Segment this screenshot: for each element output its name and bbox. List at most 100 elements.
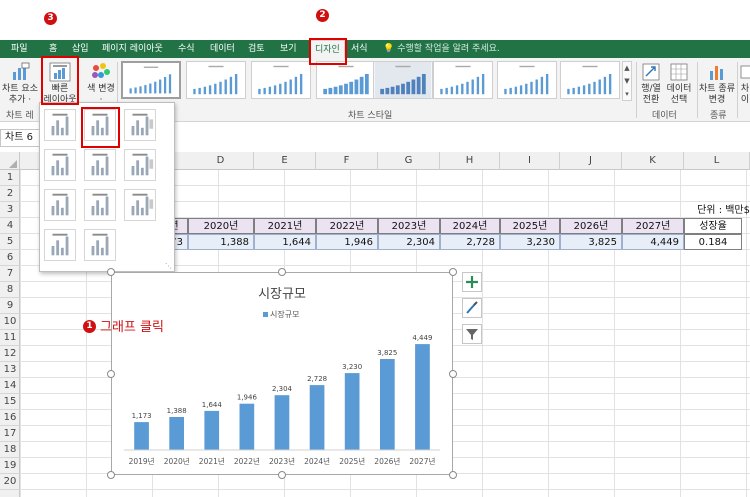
column-header-e[interactable]: E	[254, 152, 316, 170]
bar[interactable]	[204, 410, 220, 450]
row-header[interactable]: 9	[0, 298, 20, 314]
row-header[interactable]: 20	[0, 474, 20, 490]
bar-series[interactable]: 1,173 2019년 1,388 2020년 1,644 2021년 1,946 2022년…	[129, 334, 436, 466]
bar[interactable]	[380, 359, 395, 450]
row-header[interactable]: 16	[0, 410, 20, 426]
chart-filters-button[interactable]	[462, 324, 482, 344]
name-box[interactable]: 차트 6	[0, 129, 40, 147]
chart-style-7[interactable]	[497, 61, 557, 99]
change-colors-button[interactable]: 색 변경 ·	[84, 60, 118, 106]
quick-layout-option-1[interactable]	[44, 109, 76, 141]
data-label[interactable]: 1,946	[237, 394, 258, 402]
select-data-button[interactable]: 데이터 선택	[665, 60, 693, 106]
category-label[interactable]: 2025년	[339, 456, 365, 466]
category-label[interactable]: 2026년	[374, 456, 400, 466]
row-header[interactable]: 1	[0, 170, 20, 186]
bar[interactable]	[274, 395, 290, 450]
select-all-corner[interactable]	[0, 152, 20, 170]
tab-file[interactable]: 파일	[11, 40, 28, 58]
row-header[interactable]: 3	[0, 202, 20, 218]
resize-grip-icon[interactable]: ⋱	[165, 262, 172, 270]
category-label[interactable]: 2020년	[164, 456, 190, 466]
bar[interactable]	[169, 417, 184, 450]
column-header-i[interactable]: I	[500, 152, 560, 170]
chart-style-2[interactable]	[186, 61, 246, 99]
quick-layout-option-6[interactable]	[124, 149, 156, 181]
category-label[interactable]: 2022년	[234, 456, 260, 466]
resize-handle[interactable]	[278, 268, 286, 276]
change-chart-type-button[interactable]: 차트 종류 변경	[699, 60, 735, 106]
row-header[interactable]: 11	[0, 330, 20, 346]
data-label[interactable]: 2,728	[307, 375, 327, 383]
row-header[interactable]: 15	[0, 394, 20, 410]
legend-label[interactable]: 시장규모	[270, 309, 299, 319]
row-header[interactable]: 18	[0, 442, 20, 458]
add-chart-element-button[interactable]: 차트 요소 추가 ·	[0, 60, 40, 106]
resize-handle[interactable]	[449, 268, 457, 276]
tab-format[interactable]: 서식	[351, 40, 368, 58]
quick-layout-option-10[interactable]	[44, 229, 76, 261]
data-label[interactable]: 4,449	[412, 334, 432, 342]
gallery-scroll[interactable]: ▲ ▼ ▾	[622, 61, 632, 101]
row-header[interactable]: 19	[0, 458, 20, 474]
resize-handle[interactable]	[449, 370, 457, 378]
category-label[interactable]: 2019년	[129, 456, 155, 466]
row-header[interactable]: 12	[0, 346, 20, 362]
resize-handle[interactable]	[449, 471, 457, 479]
tab-view[interactable]: 보기	[280, 40, 297, 58]
column-header-g[interactable]: G	[378, 152, 440, 170]
chart-style-4[interactable]	[316, 61, 376, 99]
column-header-k[interactable]: K	[622, 152, 684, 170]
bar[interactable]	[239, 403, 255, 450]
bar[interactable]	[344, 373, 360, 450]
category-label[interactable]: 2023년	[269, 456, 295, 466]
row-header[interactable]: 17	[0, 426, 20, 442]
row-header[interactable]: 14	[0, 378, 20, 394]
data-label[interactable]: 2,304	[272, 385, 293, 393]
data-label[interactable]: 1,388	[167, 407, 187, 415]
chart-market-size[interactable]: 시장규모 시장규모 1,173 2019년 1,388 2020년 1,644 2021년…	[111, 272, 453, 475]
resize-handle[interactable]	[107, 268, 115, 276]
data-label[interactable]: 3,825	[377, 349, 397, 357]
column-header-f[interactable]: F	[316, 152, 378, 170]
chart-styles-button[interactable]	[462, 298, 482, 318]
quick-layout-option-5[interactable]	[84, 149, 116, 181]
resize-handle[interactable]	[107, 370, 115, 378]
row-header[interactable]: 4	[0, 218, 20, 234]
data-label[interactable]: 1,173	[132, 412, 152, 420]
row-header[interactable]: 7	[0, 266, 20, 282]
data-label[interactable]: 3,230	[342, 363, 362, 371]
column-header-h[interactable]: H	[440, 152, 500, 170]
category-label[interactable]: 2024년	[304, 456, 330, 466]
quick-layout-option-8[interactable]	[84, 189, 116, 221]
column-header-j[interactable]: J	[560, 152, 622, 170]
data-label[interactable]: 1,644	[202, 401, 223, 409]
quick-layout-option-9[interactable]	[124, 189, 156, 221]
chart-style-6[interactable]	[433, 61, 493, 99]
chart-title[interactable]: 시장규모	[258, 287, 306, 302]
chart-style-3[interactable]	[251, 61, 311, 99]
row-header[interactable]: 8	[0, 282, 20, 298]
tab-page-layout[interactable]: 페이지 레이아웃	[102, 40, 163, 58]
column-header-d[interactable]: D	[188, 152, 254, 170]
tab-data[interactable]: 데이터	[210, 40, 235, 58]
row-header[interactable]: 13	[0, 362, 20, 378]
quick-layout-option-4[interactable]	[44, 149, 76, 181]
chart-style-8[interactable]	[560, 61, 620, 99]
switch-row-column-button[interactable]: 행/열 전환	[637, 60, 665, 106]
quick-layout-option-7[interactable]	[44, 189, 76, 221]
row-header[interactable]: 2	[0, 186, 20, 202]
bar[interactable]	[134, 422, 149, 450]
tab-review[interactable]: 검토	[248, 40, 265, 58]
row-header[interactable]: 5	[0, 234, 20, 250]
row-header[interactable]: 6	[0, 250, 20, 266]
tell-me-box[interactable]: 💡 수행할 작업을 알려 주세요.	[383, 40, 500, 58]
chart-elements-button[interactable]	[462, 272, 482, 292]
bar[interactable]	[415, 344, 430, 450]
quick-layout-option-11[interactable]	[84, 229, 116, 261]
category-label[interactable]: 2027년	[409, 456, 435, 466]
quick-layout-option-3[interactable]	[124, 109, 156, 141]
resize-handle[interactable]	[278, 471, 286, 479]
resize-handle[interactable]	[107, 471, 115, 479]
chart-style-5[interactable]	[373, 61, 433, 99]
